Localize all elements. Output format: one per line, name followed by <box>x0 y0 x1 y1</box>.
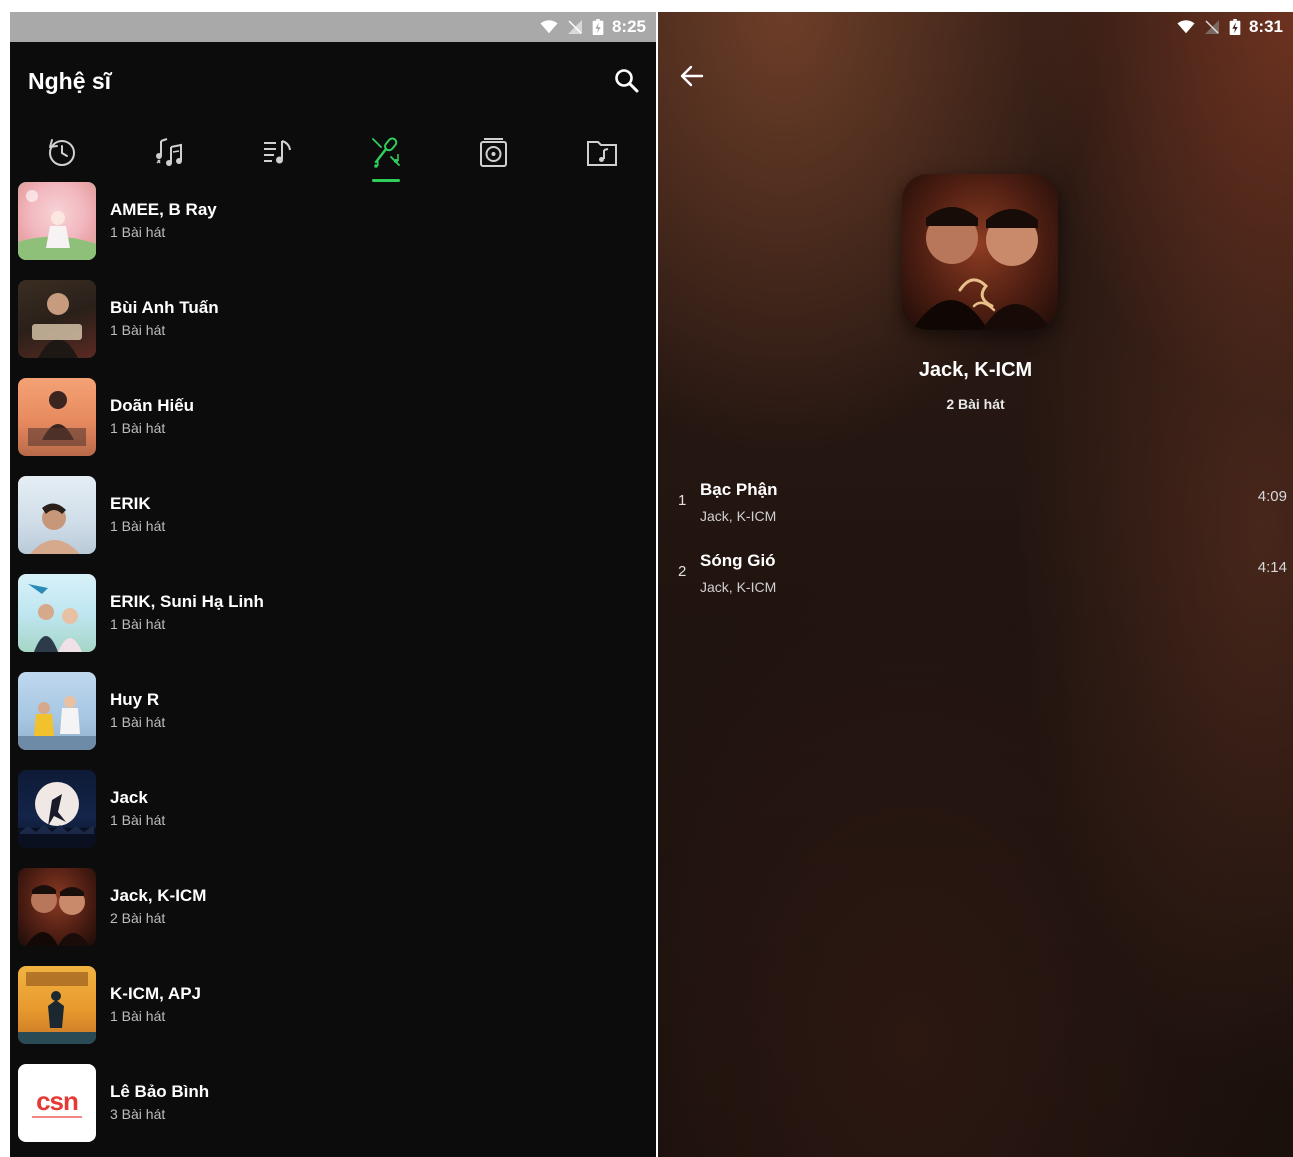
status-bar: 8:25 <box>10 12 656 42</box>
track-artist: Jack, K-ICM <box>700 579 777 595</box>
artist-thumbnail <box>18 868 96 946</box>
no-sim-icon <box>1204 20 1219 34</box>
artist-thumbnail <box>18 378 96 456</box>
artist-name: ERIK <box>110 494 151 513</box>
song-count: 1 Bài hát <box>110 420 166 436</box>
artist-thumbnail <box>18 672 96 750</box>
artist-row[interactable]: Doãn Hiếu 1 Bài hát <box>10 376 656 474</box>
song-count: 1 Bài hát <box>110 812 166 828</box>
song-count: 2 Bài hát <box>110 910 166 926</box>
artist-row[interactable]: Huy R 1 Bài hát <box>10 670 656 768</box>
artist-name: Lê Bảo Bình <box>110 1082 210 1101</box>
track-number: 2 <box>678 563 687 580</box>
album-icon <box>480 138 507 167</box>
folder-music-icon <box>587 141 617 166</box>
status-time: 8:25 <box>611 17 646 36</box>
tab-songs[interactable] <box>140 120 200 184</box>
artist-name: ERIK, Suni Hạ Linh <box>110 592 264 611</box>
csn-logo-text: csn <box>36 1086 79 1116</box>
artist-row[interactable]: ERIK 1 Bài hát <box>10 474 656 572</box>
artist-name: Huy R <box>110 690 160 709</box>
artist-thumbnail <box>18 574 96 652</box>
artist-thumbnail: csn <box>18 1064 96 1142</box>
detail-artist-name: Jack, K-ICM <box>918 359 1033 381</box>
song-count: 1 Bài hát <box>110 224 166 240</box>
track-row[interactable]: 1 Bạc Phận Jack, K-ICM 4:09 <box>658 474 1293 536</box>
status-bar: 8:31 <box>658 12 1293 42</box>
tab-playlists[interactable] <box>248 120 308 184</box>
back-arrow-icon[interactable] <box>678 62 706 90</box>
artist-row[interactable]: ERIK, Suni Hạ Linh 1 Bài hát <box>10 572 656 670</box>
artist-name: AMEE, B Ray <box>110 200 217 219</box>
wifi-icon <box>540 20 558 34</box>
tab-artists[interactable] <box>356 120 416 184</box>
playlist-icon <box>264 140 291 164</box>
artist-name: K-ICM, APJ <box>110 984 201 1003</box>
song-count: 1 Bài hát <box>110 714 166 730</box>
battery-charging-icon <box>592 19 604 35</box>
artist-detail-screen: 8:31 Jack, K-ICM 2 Bài hát 1 Bạc Phận Ja… <box>658 12 1293 1157</box>
artist-thumbnail <box>18 182 96 260</box>
song-count: 1 Bài hát <box>110 1008 166 1024</box>
artist-row[interactable]: Jack 1 Bài hát <box>10 768 656 866</box>
search-icon[interactable] <box>612 66 642 96</box>
track-artist: Jack, K-ICM <box>700 508 777 524</box>
tab-recent[interactable] <box>32 120 92 184</box>
track-duration: 4:14 <box>1257 559 1287 576</box>
track-duration: 4:09 <box>1257 488 1287 505</box>
status-time: 8:31 <box>1248 17 1283 36</box>
song-count: 1 Bài hát <box>110 322 166 338</box>
artist-row[interactable]: AMEE, B Ray 1 Bài hát <box>10 180 656 278</box>
page-title: Nghệ sĩ <box>28 68 112 94</box>
tab-albums[interactable] <box>464 120 524 184</box>
artist-row[interactable]: Bùi Anh Tuấn 1 Bài hát <box>10 278 656 376</box>
artist-thumbnail <box>18 476 96 554</box>
artist-thumbnail <box>18 280 96 358</box>
artist-row[interactable]: csn Lê Bảo Bình 3 Bài hát <box>10 1062 656 1157</box>
artist-name: Jack <box>110 788 148 807</box>
song-count: 1 Bài hát <box>110 616 166 632</box>
song-count: 1 Bài hát <box>110 518 166 534</box>
artist-name: Bùi Anh Tuấn <box>110 298 219 317</box>
artist-row[interactable]: K-ICM, APJ 1 Bài hát <box>10 964 656 1062</box>
artist-mic-icon <box>372 137 400 168</box>
track-title: Bạc Phận <box>700 480 778 499</box>
detail-song-count: 2 Bài hát <box>946 396 1005 412</box>
song-count: 3 Bài hát <box>110 1106 166 1122</box>
no-sim-icon <box>567 20 582 34</box>
artist-name: Jack, K-ICM <box>110 886 207 905</box>
tab-folders[interactable] <box>572 120 632 184</box>
artists-screen: 8:25 Nghệ sĩ AMEE, B Ray 1 Bài hát Bùi A… <box>10 12 656 1157</box>
track-number: 1 <box>678 492 687 509</box>
csn-logo: csn <box>18 1086 96 1117</box>
category-tabs <box>10 120 656 184</box>
history-icon <box>49 139 75 166</box>
app-header: Nghệ sĩ <box>10 42 656 120</box>
track-row[interactable]: 2 Sóng Gió Jack, K-ICM 4:14 <box>658 545 1293 607</box>
artist-thumbnail <box>18 966 96 1044</box>
artist-row[interactable]: Jack, K-ICM 2 Bài hát <box>10 866 656 964</box>
artist-name: Doãn Hiếu <box>110 396 195 415</box>
artist-cover-art <box>902 174 1058 330</box>
battery-charging-icon <box>1229 19 1241 35</box>
songs-icon <box>156 138 182 166</box>
track-title: Sóng Gió <box>700 551 776 570</box>
artist-thumbnail <box>18 770 96 848</box>
wifi-icon <box>1177 20 1195 34</box>
